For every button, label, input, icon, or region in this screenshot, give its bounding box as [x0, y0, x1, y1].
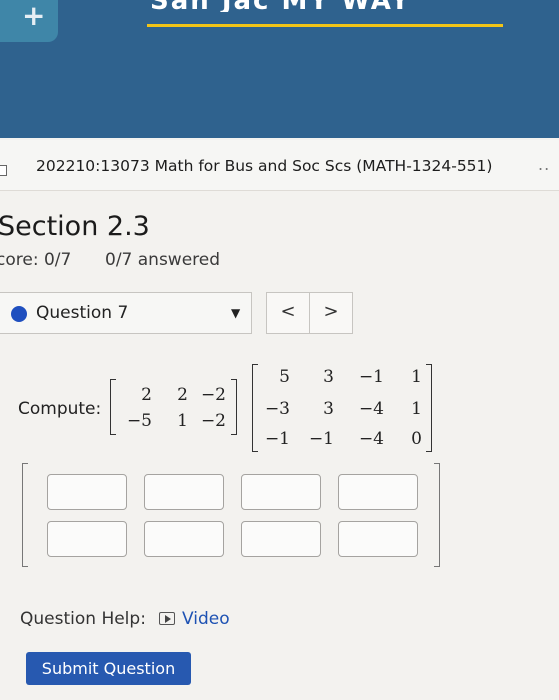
answer-input[interactable]: [338, 521, 418, 557]
left-bracket: [22, 463, 28, 567]
chevron-right-icon: >: [323, 301, 339, 322]
answer-input[interactable]: [338, 474, 418, 510]
banner-tab[interactable]: +: [0, 0, 58, 42]
matrix-b-cell: −4: [358, 399, 384, 419]
matrix-b-cell: 3: [323, 399, 334, 419]
top-banner: + San Jac MY WAY: [0, 0, 559, 138]
matrix-a-cell: 2: [177, 385, 188, 405]
matrix-b-cell: −4: [358, 429, 384, 449]
answered-count: 0/7 answered: [105, 250, 221, 270]
matrix-a: 2 2 −2 −5 1 −2: [110, 379, 237, 435]
matrix-a-cell: 2: [141, 385, 152, 405]
matrix-b-cell: 3: [323, 367, 334, 387]
section-title: Section 2.3: [0, 211, 150, 242]
video-link[interactable]: Video: [182, 609, 230, 629]
matrix-a-cell: −5: [126, 411, 152, 431]
previous-question-button[interactable]: <: [266, 292, 310, 334]
answer-input[interactable]: [144, 474, 224, 510]
question-select[interactable]: Question 7 ▼: [0, 292, 252, 334]
right-bracket: [231, 379, 237, 435]
answer-matrix: [22, 463, 440, 567]
matrix-b-cell: 5: [279, 367, 290, 387]
matrix-a-cell: 1: [177, 411, 188, 431]
matrix-b-cell: −1: [358, 367, 384, 387]
question-label: Question 7: [36, 303, 129, 323]
plus-icon[interactable]: +: [22, 2, 45, 30]
matrix-a-cell: −2: [200, 411, 226, 431]
right-bracket: [426, 364, 432, 452]
matrix-b-cell: 1: [411, 367, 422, 387]
right-bracket: [434, 463, 440, 567]
score-text: core: 0/7: [0, 250, 72, 270]
compute-label: Compute:: [18, 399, 102, 419]
banner-underline: [147, 24, 503, 27]
answer-input[interactable]: [47, 474, 127, 510]
matrix-b-cell: 0: [411, 429, 422, 449]
question-help-label: Question Help:: [20, 609, 146, 629]
play-video-icon[interactable]: [159, 612, 175, 625]
matrix-b-cell: −3: [264, 399, 290, 419]
left-bracket: [110, 379, 116, 435]
matrix-b-cell: −1: [264, 429, 290, 449]
matrix-b: 5 3 −1 1 −3 3 −4 1 −1 −1 −4 0: [252, 364, 432, 452]
checkbox-icon[interactable]: [0, 165, 7, 176]
more-icon[interactable]: ..: [538, 155, 550, 174]
matrix-a-cell: −2: [200, 385, 226, 405]
chevron-down-icon: ▼: [231, 306, 241, 320]
submit-question-button[interactable]: Submit Question: [26, 652, 191, 685]
answer-input[interactable]: [241, 474, 321, 510]
question-status-dot: [11, 306, 27, 322]
course-title: 202210:13073 Math for Bus and Soc Scs (M…: [36, 157, 493, 175]
matrix-b-cell: −1: [308, 429, 334, 449]
matrix-b-cell: 1: [411, 399, 422, 419]
banner-title: San Jac MY WAY: [150, 0, 510, 12]
answer-input[interactable]: [144, 521, 224, 557]
chevron-left-icon: <: [280, 301, 296, 322]
answer-input[interactable]: [47, 521, 127, 557]
next-question-button[interactable]: >: [309, 292, 353, 334]
answer-input[interactable]: [241, 521, 321, 557]
